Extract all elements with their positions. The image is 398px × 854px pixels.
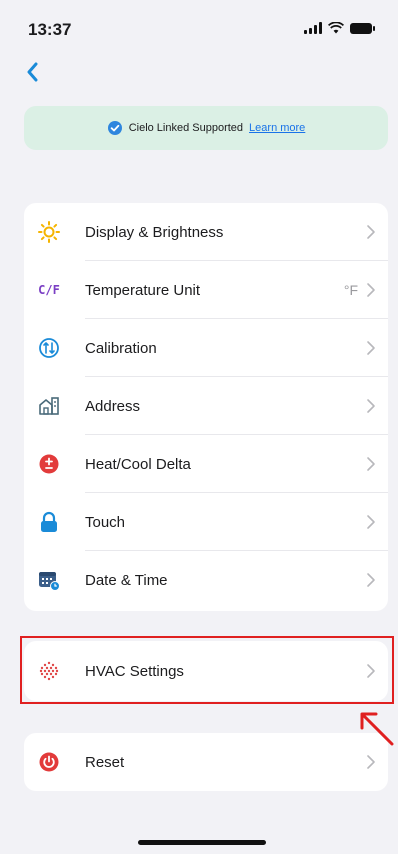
chevron-right-icon <box>367 457 375 471</box>
settings-row-label: Address <box>85 397 141 415</box>
reset-card: Reset <box>24 733 388 791</box>
home-indicator <box>138 840 266 845</box>
cielo-linked-banner: Cielo Linked Supported Learn more <box>24 106 388 150</box>
settings-row-heat-cool-delta[interactable]: Heat/Cool Delta <box>24 435 388 493</box>
settings-row-touch[interactable]: Touch <box>24 493 388 551</box>
verified-badge-icon <box>107 121 122 135</box>
chevron-right-icon <box>367 341 375 355</box>
settings-row-address[interactable]: Address <box>24 377 388 435</box>
settings-list: Display & Brightness C/F Temperature Uni… <box>24 203 388 611</box>
settings-row-label: Touch <box>85 513 126 531</box>
settings-row-label: Temperature Unit <box>85 281 201 299</box>
chevron-right-icon <box>367 225 375 239</box>
calendar-clock-icon <box>38 569 60 591</box>
chevron-right-icon <box>367 399 375 413</box>
arrow-annotation-icon <box>360 712 394 746</box>
lock-icon <box>38 511 60 533</box>
banner-text: Cielo Linked Supported <box>128 122 244 134</box>
wifi-icon <box>328 22 344 34</box>
temperature-unit-value: °F <box>343 282 358 298</box>
plus-minus-icon <box>38 453 60 475</box>
settings-row-display-brightness[interactable]: Display & Brightness <box>24 203 388 261</box>
settings-row-label: Heat/Cool Delta <box>85 455 191 473</box>
settings-row-label: Calibration <box>85 339 157 357</box>
cf-icon: C/F <box>38 283 60 297</box>
settings-row-label: Date & Time <box>85 571 168 589</box>
signal-icon <box>304 22 322 34</box>
settings-row-calibration[interactable]: Calibration <box>24 319 388 377</box>
learn-more-link[interactable]: Learn more <box>249 122 305 134</box>
calibration-icon <box>38 337 60 359</box>
settings-row-label: Display & Brightness <box>85 223 224 241</box>
chevron-right-icon <box>367 515 375 529</box>
battery-icon <box>350 22 375 34</box>
settings-row-date-time[interactable]: Date & Time <box>24 551 388 609</box>
chevron-right-icon <box>367 755 375 769</box>
back-button[interactable] <box>18 58 48 86</box>
home-icon <box>38 395 60 417</box>
settings-row-reset[interactable]: Reset <box>24 733 388 791</box>
status-icons <box>304 22 375 34</box>
status-time: 13:37 <box>28 20 72 39</box>
chevron-right-icon <box>367 283 375 297</box>
status-bar: 13:37 <box>0 0 398 56</box>
power-icon <box>38 751 60 773</box>
chevron-right-icon <box>367 573 375 587</box>
highlight-box <box>20 636 394 704</box>
chevron-left-icon <box>27 62 38 82</box>
sun-icon <box>38 221 60 243</box>
settings-row-label: Reset <box>85 753 125 771</box>
settings-row-temperature-unit[interactable]: C/F Temperature Unit °F <box>24 261 388 319</box>
